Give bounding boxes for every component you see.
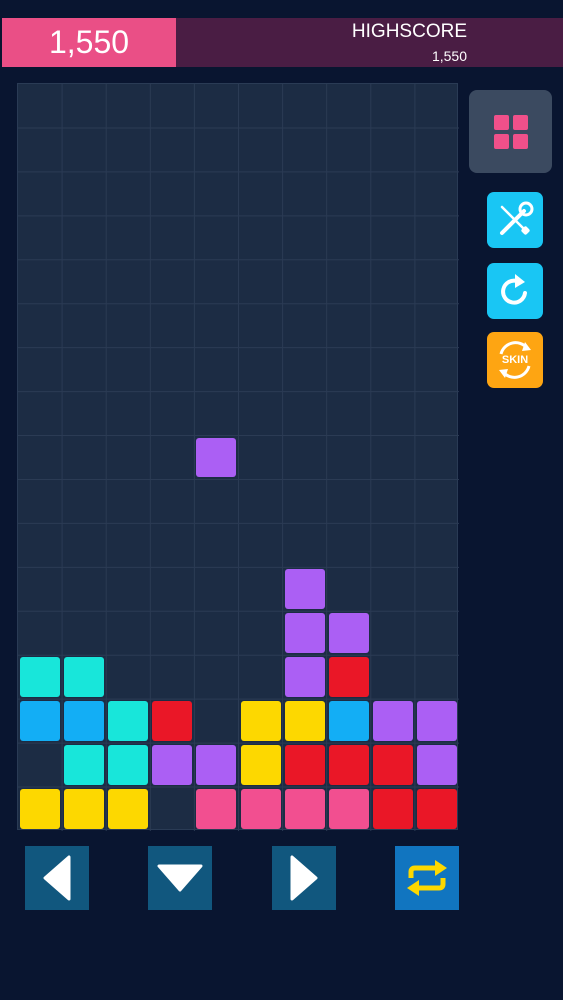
rotate-button[interactable]: [395, 846, 459, 910]
block-blue: [20, 701, 61, 742]
block-cyan: [64, 745, 105, 786]
block-cyan: [108, 701, 149, 742]
menu-button[interactable]: [469, 90, 552, 173]
block-cyan: [108, 745, 149, 786]
block-pink: [240, 789, 281, 829]
wrench-screwdriver-icon: [500, 201, 534, 235]
block-pink: [284, 789, 325, 829]
block-purple: [416, 745, 457, 786]
block-purple: [284, 657, 325, 698]
arrow-down-icon: [157, 864, 203, 892]
block-red: [152, 701, 193, 742]
move-left-button[interactable]: [25, 846, 89, 910]
arrow-right-icon: [290, 855, 318, 901]
block-pink: [196, 789, 237, 829]
block-purple: [284, 569, 325, 610]
block-purple: [196, 745, 237, 786]
block-purple: [284, 613, 325, 654]
restart-button[interactable]: [487, 263, 543, 319]
move-right-button[interactable]: [272, 846, 336, 910]
block-purple: [152, 745, 193, 786]
block-yellow: [108, 789, 149, 829]
restart-icon: [501, 274, 527, 305]
block-purple: [416, 701, 457, 742]
move-down-button[interactable]: [148, 846, 212, 910]
block-purple: [328, 613, 369, 654]
settings-tools-button[interactable]: [487, 192, 543, 248]
current-score: 1,550: [2, 18, 176, 67]
block-yellow: [64, 789, 105, 829]
rotate-swap-icon: [407, 860, 447, 896]
block-purple: [196, 437, 237, 478]
block-red: [328, 745, 369, 786]
block-yellow: [240, 745, 281, 786]
block-yellow: [20, 789, 61, 829]
block-red: [416, 789, 457, 829]
block-pink: [328, 789, 369, 829]
block-red: [328, 657, 369, 698]
block-yellow: [284, 701, 325, 742]
arrow-left-icon: [43, 855, 71, 901]
score-bar: 1,550 HIGHSCORE 1,550: [2, 18, 563, 67]
block-cyan: [64, 657, 105, 698]
highscore-label: HIGHSCORE: [351, 21, 467, 42]
block-red: [372, 789, 413, 829]
block-red: [372, 745, 413, 786]
block-blue: [328, 701, 369, 742]
skin-label: SKIN: [501, 354, 529, 366]
block-purple: [372, 701, 413, 742]
block-cyan: [20, 657, 61, 698]
skin-button[interactable]: SKIN: [487, 332, 543, 388]
block-red: [284, 745, 325, 786]
highscore-value: 1,550: [431, 48, 467, 64]
block-blue: [64, 701, 105, 742]
game-board[interactable]: [17, 83, 459, 831]
block-yellow: [240, 701, 281, 742]
grid-icon: [493, 114, 528, 149]
